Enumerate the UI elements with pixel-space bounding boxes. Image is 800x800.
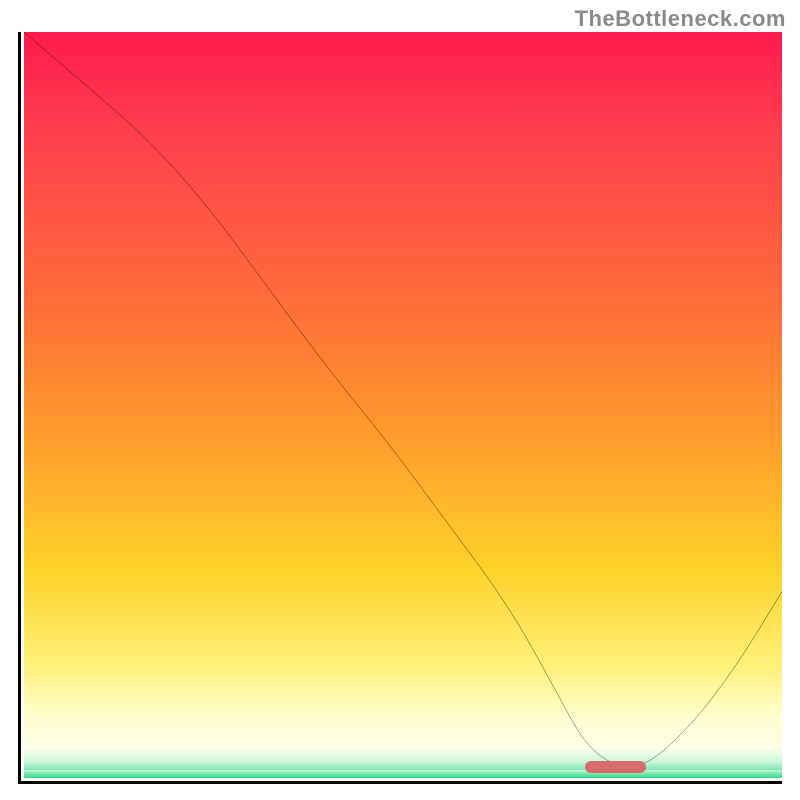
chart-container: TheBottleneck.com xyxy=(0,0,800,800)
bottleneck-curve xyxy=(24,32,782,778)
watermark-text: TheBottleneck.com xyxy=(575,6,786,32)
optimal-marker xyxy=(585,761,646,773)
plot-background xyxy=(24,32,782,778)
plot-axes xyxy=(18,32,782,784)
